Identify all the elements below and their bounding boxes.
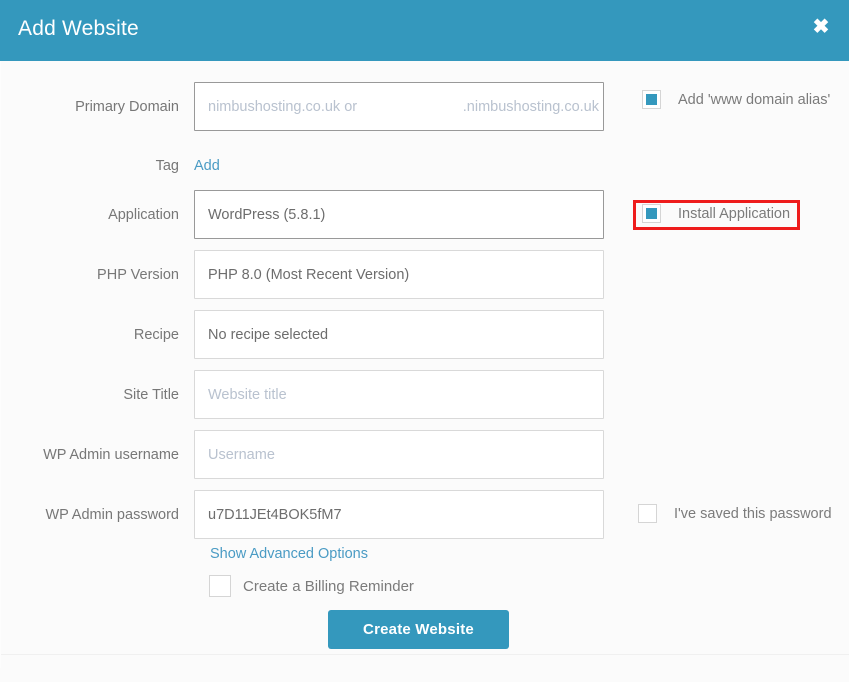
- label-site-title: Site Title: [123, 386, 179, 403]
- www-alias-checkbox[interactable]: [642, 90, 661, 109]
- tag-control: Add: [194, 157, 604, 175]
- row-recipe: Recipe: [1, 310, 849, 359]
- wp-admin-username-input[interactable]: [194, 430, 604, 479]
- show-advanced-options-link[interactable]: Show Advanced Options: [210, 546, 368, 562]
- wp-admin-username-control: [194, 430, 604, 479]
- modal-footer-strip: [1, 654, 849, 668]
- wp-admin-password-input[interactable]: [194, 490, 604, 539]
- install-application-label: Install Application: [678, 205, 791, 222]
- application-input[interactable]: [194, 190, 604, 239]
- application-control: [194, 190, 604, 239]
- php-version-control: [194, 250, 604, 299]
- label-wp-admin-username: WP Admin username: [43, 446, 179, 463]
- php-version-input[interactable]: [194, 250, 604, 299]
- row-site-title: Site Title: [1, 370, 849, 419]
- install-application-checkbox[interactable]: [642, 204, 661, 223]
- close-icon[interactable]: ✖: [805, 12, 837, 42]
- row-wp-admin-username: WP Admin username: [1, 430, 849, 479]
- add-website-modal: Add Website ✖ Primary Domain nimbushosti…: [0, 0, 849, 682]
- modal-header: Add Website ✖: [0, 0, 849, 61]
- domain-suffix: .nimbushosting.co.uk: [462, 98, 599, 115]
- modal-body: Primary Domain nimbushosting.co.uk or .n…: [0, 61, 849, 668]
- site-title-input[interactable]: [194, 370, 604, 419]
- domain-input-wrapper[interactable]: nimbushosting.co.uk or .nimbushosting.co…: [194, 82, 604, 131]
- label-wp-admin-password: WP Admin password: [45, 506, 179, 523]
- label-recipe: Recipe: [133, 326, 179, 343]
- billing-reminder-checkbox[interactable]: [209, 575, 231, 597]
- billing-reminder-row[interactable]: Create a Billing Reminder: [209, 575, 414, 597]
- row-tag: Tag Add: [1, 157, 849, 175]
- www-alias-row[interactable]: Add 'www domain alias': [642, 90, 830, 109]
- site-title-control: [194, 370, 604, 419]
- row-php-version: PHP Version: [1, 250, 849, 299]
- page-title: Add Website: [18, 17, 139, 40]
- www-alias-label: Add 'www domain alias': [678, 91, 831, 108]
- saved-password-row[interactable]: I've saved this password: [638, 504, 832, 523]
- saved-password-label: I've saved this password: [674, 505, 832, 522]
- recipe-input[interactable]: [194, 310, 604, 359]
- label-application: Application: [108, 206, 179, 223]
- label-tag: Tag: [155, 158, 179, 174]
- saved-password-checkbox[interactable]: [638, 504, 657, 523]
- install-application-row[interactable]: Install Application: [642, 204, 790, 223]
- label-primary-domain: Primary Domain: [75, 98, 179, 115]
- recipe-control: [194, 310, 604, 359]
- create-website-button[interactable]: Create Website: [328, 610, 509, 649]
- primary-domain-field[interactable]: nimbushosting.co.uk or .nimbushosting.co…: [194, 82, 604, 131]
- domain-placeholder-left: nimbushosting.co.uk or: [208, 98, 358, 115]
- billing-reminder-label: Create a Billing Reminder: [243, 577, 414, 595]
- wp-admin-password-control: [194, 490, 604, 539]
- label-php-version: PHP Version: [97, 266, 179, 283]
- add-tag-link[interactable]: Add: [194, 158, 220, 174]
